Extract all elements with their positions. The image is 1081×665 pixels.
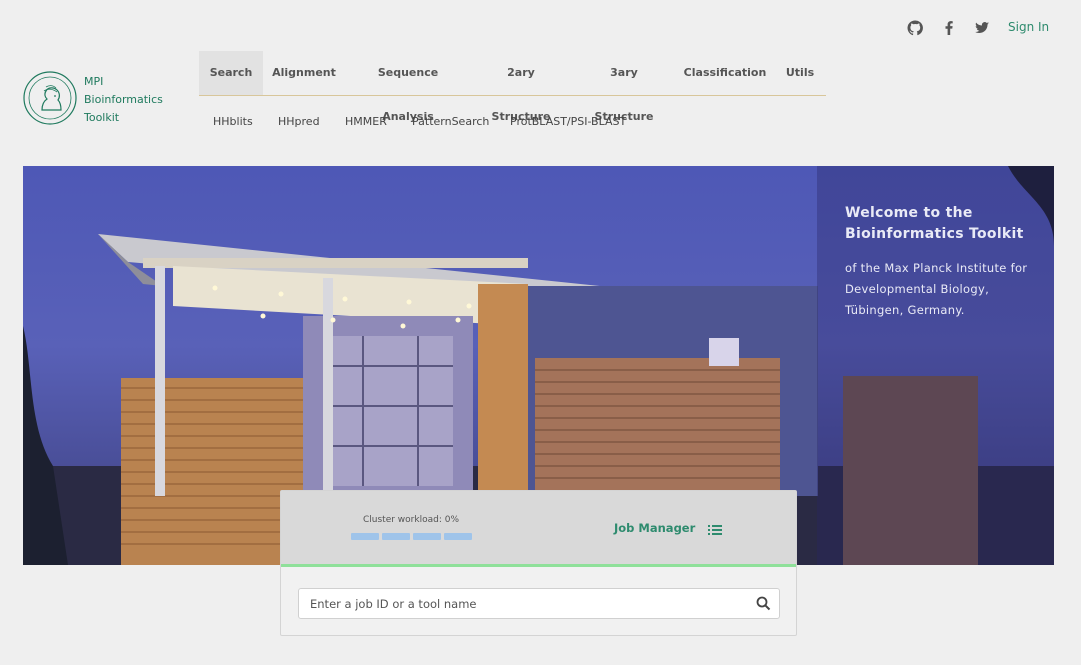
hero-subtitle: of the Max Planck Institute for Developm… bbox=[845, 261, 1028, 317]
hero-title: Welcome to the Bioinformatics Toolkit bbox=[845, 205, 1024, 242]
subtab-hmmer[interactable]: HMMER bbox=[345, 115, 387, 128]
sign-in-link[interactable]: Sign In bbox=[1008, 20, 1049, 34]
subtab-hhpred[interactable]: HHpred bbox=[278, 115, 320, 128]
logo-line-3: Toolkit bbox=[84, 111, 120, 124]
twitter-icon[interactable] bbox=[974, 20, 990, 36]
job-manager-header: Cluster workload: 0% Job Manager bbox=[281, 491, 796, 564]
tab-2ary-structure[interactable]: 2ary Structure bbox=[476, 51, 566, 123]
workload-segment bbox=[444, 533, 472, 540]
cluster-workload-bar bbox=[351, 533, 472, 540]
main-nav: Search Alignment Sequence Analysis 2ary … bbox=[199, 51, 826, 123]
logo-line-2: Bioinformatics bbox=[84, 93, 163, 106]
workload-segment bbox=[413, 533, 441, 540]
job-manager-panel: Cluster workload: 0% Job Manager bbox=[280, 490, 797, 636]
list-icon[interactable] bbox=[708, 521, 722, 535]
cluster-workload-label: Cluster workload: 0% bbox=[363, 515, 459, 525]
tab-utils[interactable]: Utils bbox=[780, 51, 820, 95]
subtab-protblast-psiblast[interactable]: ProtBLAST/PSI-BLAST bbox=[510, 115, 626, 128]
progress-line bbox=[281, 564, 796, 567]
workload-segment bbox=[382, 533, 410, 540]
github-icon[interactable] bbox=[907, 20, 923, 36]
tab-sequence-analysis[interactable]: Sequence Analysis bbox=[353, 51, 463, 123]
mpi-logo[interactable] bbox=[22, 70, 78, 126]
search-bar bbox=[298, 588, 780, 619]
search-input[interactable] bbox=[299, 589, 750, 618]
job-manager-link[interactable]: Job Manager bbox=[614, 521, 695, 535]
subtab-patternsearch[interactable]: PatternSearch bbox=[412, 115, 489, 128]
tab-3ary-structure[interactable]: 3ary Structure bbox=[579, 51, 669, 123]
subtab-hhblits[interactable]: HHblits bbox=[213, 115, 253, 128]
tab-alignment[interactable]: Alignment bbox=[269, 51, 339, 95]
logo-text[interactable]: MPI Bioinformatics Toolkit bbox=[84, 73, 163, 127]
search-icon[interactable] bbox=[756, 596, 771, 611]
logo-line-1: MPI bbox=[84, 75, 104, 88]
tab-classification[interactable]: Classification bbox=[683, 51, 767, 95]
facebook-icon[interactable] bbox=[941, 20, 957, 36]
workload-segment bbox=[351, 533, 379, 540]
tab-search[interactable]: Search bbox=[199, 51, 263, 95]
